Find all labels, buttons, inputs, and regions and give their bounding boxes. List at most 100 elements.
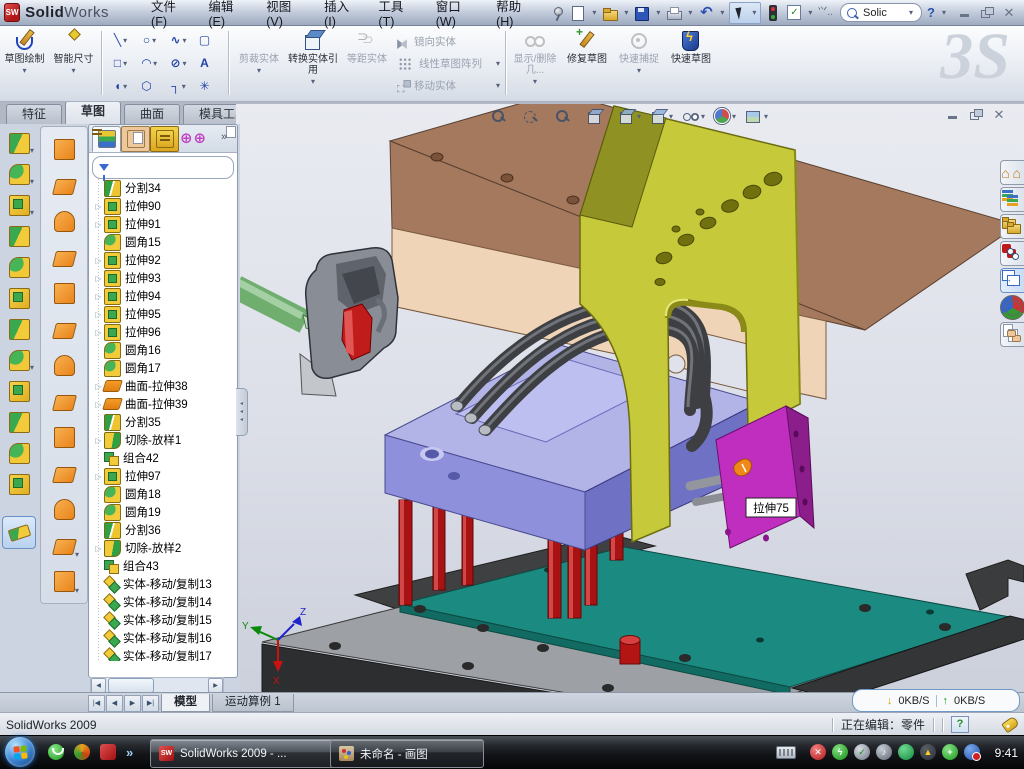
graphics-viewport[interactable]: Y Z X 拉伸75 xyxy=(236,104,1024,692)
toolbar-stack-button[interactable]: 移动实体 xyxy=(394,74,502,96)
feature-tool-button[interactable] xyxy=(3,438,35,469)
toolbar-big-button[interactable]: 智能尺寸 xyxy=(49,25,98,101)
doc-restore-button[interactable] xyxy=(969,108,983,121)
view-tool[interactable] xyxy=(586,108,611,125)
toolbar-big-button[interactable]: 等距实体 xyxy=(340,25,394,101)
toolbar-big-button[interactable]: 快速捕捉 xyxy=(613,25,665,101)
sketch-tool[interactable]: ✳ xyxy=(194,75,223,98)
minimize-button[interactable] xyxy=(958,6,972,19)
tree-item[interactable]: 拉伸94 xyxy=(91,287,222,305)
feature-tool-button[interactable] xyxy=(3,314,35,345)
tree-item[interactable]: 拉伸91 xyxy=(91,215,222,233)
quick-launch-chevron[interactable]: » xyxy=(126,745,133,760)
feature-tool-button[interactable] xyxy=(3,252,35,283)
surface-tool-button[interactable] xyxy=(48,383,80,419)
view-tool[interactable] xyxy=(522,108,547,125)
surface-tool-button[interactable] xyxy=(48,311,80,347)
tree-item[interactable]: 曲面-拉伸38 xyxy=(91,377,222,395)
manager-tab[interactable] xyxy=(150,126,179,152)
view-tool[interactable] xyxy=(554,108,579,125)
network-speed-widget[interactable]: ↓ 0KB/S ↑ 0KB/S xyxy=(852,689,1020,712)
feature-tool-button[interactable] xyxy=(3,159,35,190)
surface-tool-button[interactable] xyxy=(48,563,80,599)
sketch-tool[interactable]: ⬡ xyxy=(136,75,165,98)
view-tool[interactable] xyxy=(650,108,675,125)
surface-tool-button[interactable] xyxy=(48,491,80,527)
tray-icon[interactable]: ▲ xyxy=(920,744,936,760)
tree-item[interactable]: 拉伸90 xyxy=(91,197,222,215)
expand-arrow[interactable] xyxy=(93,292,104,301)
taskbar-task-solidworks[interactable]: SW SolidWorks 2009 - ... xyxy=(150,739,338,768)
expand-arrow[interactable] xyxy=(93,310,104,319)
ribbon-tab[interactable]: 草图 xyxy=(65,101,121,124)
print-button[interactable] xyxy=(665,4,683,22)
toolbar-big-button[interactable]: 修复草图 xyxy=(561,25,613,101)
tree-item[interactable]: 圆角18 xyxy=(91,485,222,503)
study-tab[interactable]: 模型 xyxy=(161,694,210,712)
view-tool[interactable] xyxy=(490,108,515,125)
doc-close-button[interactable]: ✕ xyxy=(992,108,1006,121)
options-checklist-button[interactable] xyxy=(785,4,803,22)
manager-tab[interactable] xyxy=(121,126,150,152)
feature-tool-button[interactable] xyxy=(3,376,35,407)
tree-item[interactable]: 拉伸93 xyxy=(91,269,222,287)
tag-icon[interactable] xyxy=(1001,716,1020,734)
tree-item[interactable]: 拉伸96 xyxy=(91,323,222,341)
help-button[interactable]: ? xyxy=(925,4,937,22)
menu-item[interactable]: 窗口(W) xyxy=(422,0,482,32)
sketch-tool[interactable]: □ xyxy=(107,52,136,75)
study-nav-button[interactable] xyxy=(142,695,159,712)
toolbar-big-button[interactable]: 显示/删除几... xyxy=(509,25,561,101)
menu-item[interactable]: 编辑(E) xyxy=(194,0,252,32)
quick-launch-icon[interactable] xyxy=(100,744,116,760)
tree-item[interactable]: 实体-移动/复制14 xyxy=(91,593,222,611)
quick-tips-button[interactable]: ? xyxy=(951,716,969,733)
expand-arrow[interactable] xyxy=(93,328,104,337)
feature-tool-button[interactable] xyxy=(3,283,35,314)
task-pane-tab[interactable] xyxy=(1000,214,1024,239)
start-button[interactable] xyxy=(5,737,35,767)
view-tool[interactable] xyxy=(714,108,738,124)
feature-tool-button[interactable] xyxy=(2,516,36,549)
sketch-tool[interactable]: ⊘ xyxy=(165,52,194,75)
menu-item[interactable]: 帮助(H) xyxy=(482,0,540,32)
feature-tool-button[interactable] xyxy=(3,190,35,221)
tree-item[interactable]: 分割36 xyxy=(91,521,222,539)
new-document-button[interactable] xyxy=(569,4,587,22)
task-pane-tab[interactable] xyxy=(1000,160,1024,185)
tree-item[interactable]: 圆角15 xyxy=(91,233,222,251)
tree-item[interactable]: 实体-移动/复制17 xyxy=(91,647,222,661)
study-nav-button[interactable] xyxy=(106,695,123,712)
task-pane-tab[interactable] xyxy=(1000,295,1024,320)
tray-icon[interactable]: ✕ xyxy=(810,744,826,760)
ribbon-tab[interactable]: 特征 xyxy=(6,104,62,124)
search-input[interactable] xyxy=(861,6,907,20)
sketch-tool[interactable]: ╲ xyxy=(107,29,136,52)
toolbar-big-button[interactable]: 剪裁实体 xyxy=(232,25,286,101)
tree-item[interactable]: 拉伸92 xyxy=(91,251,222,269)
sketch-tool[interactable]: A xyxy=(194,52,223,75)
ribbon-tab[interactable]: 曲面 xyxy=(124,104,180,124)
scroll-right-button[interactable]: ▶ xyxy=(208,678,223,693)
feature-tool-button[interactable] xyxy=(3,221,35,252)
surface-tool-button[interactable] xyxy=(48,275,80,311)
surface-tool-button[interactable] xyxy=(48,455,80,491)
feature-tool-button[interactable] xyxy=(3,407,35,438)
tray-icon[interactable]: ♪ xyxy=(876,744,892,760)
expand-arrow[interactable] xyxy=(93,436,104,445)
input-method-icon[interactable] xyxy=(776,746,796,759)
tree-item[interactable]: 分割34 xyxy=(91,179,222,197)
doc-minimize-button[interactable] xyxy=(946,108,960,121)
surface-tool-button[interactable] xyxy=(48,203,80,239)
pin-toolbar-icon[interactable] xyxy=(548,4,566,22)
toolbar-stack-button[interactable]: 线性草图阵列 xyxy=(394,52,502,74)
expand-arrow[interactable] xyxy=(93,256,104,265)
expand-arrow[interactable] xyxy=(93,472,104,481)
surface-tool-button[interactable] xyxy=(48,419,80,455)
sketch-tool[interactable]: ◖ xyxy=(107,75,136,98)
manager-tab[interactable] xyxy=(179,126,208,152)
search-box[interactable] xyxy=(840,3,922,22)
toolbar-overflow-icon[interactable]: ⺍.. xyxy=(817,4,833,22)
expand-arrow[interactable] xyxy=(93,274,104,283)
expand-arrow[interactable] xyxy=(93,202,104,211)
